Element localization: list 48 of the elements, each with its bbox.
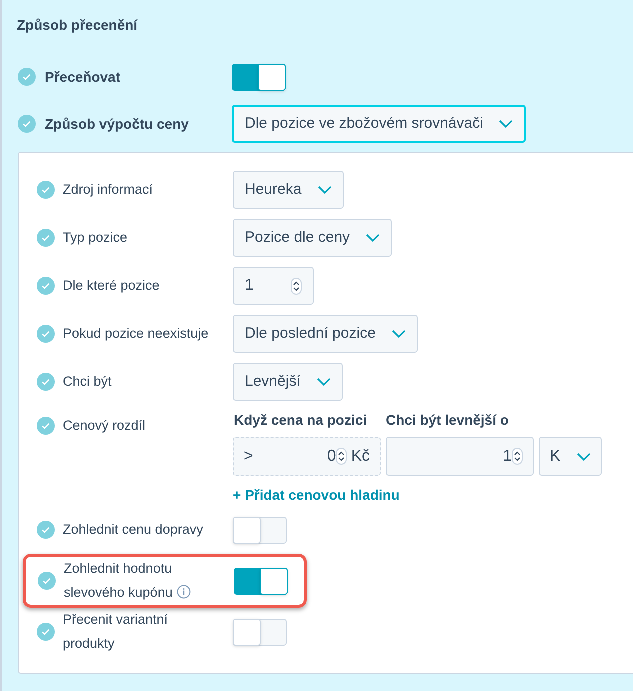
- field-label: Přeceňovat: [45, 68, 120, 86]
- chevron-down-icon: [577, 452, 591, 460]
- add-price-level-link[interactable]: + Přidat cenovou hladinu: [233, 485, 602, 506]
- check-icon: [18, 115, 36, 133]
- spinner-icon: [291, 278, 302, 294]
- check-icon: [37, 623, 55, 641]
- check-icon: [37, 181, 55, 199]
- field-label: Dle které pozice: [63, 277, 160, 295]
- field-label: Přecenit variantní produkty: [63, 611, 170, 653]
- chevron-down-icon: [392, 330, 406, 338]
- select-dropdown[interactable]: Heureka: [233, 171, 344, 209]
- check-icon: [37, 417, 55, 435]
- check-icon: [37, 325, 55, 343]
- field-label: Způsob výpočtu ceny: [45, 114, 189, 134]
- check-icon: [37, 521, 55, 539]
- field-label: Zdroj informací: [63, 181, 154, 199]
- field-label: Pokud pozice neexistuje: [63, 325, 209, 343]
- number-field[interactable]: 1: [233, 267, 314, 305]
- field-label: Chci být: [63, 373, 112, 391]
- field-label: Zohlednit cenu dopravy: [63, 521, 204, 539]
- chevron-down-icon: [316, 378, 331, 386]
- check-icon: [37, 229, 55, 247]
- check-icon: [18, 68, 36, 86]
- chevron-down-icon: [499, 120, 514, 128]
- threshold-field[interactable]: > 0 Kč: [233, 437, 381, 476]
- spinner-icon: [336, 448, 348, 465]
- toggle-switch[interactable]: [234, 568, 288, 594]
- check-icon: [37, 373, 55, 391]
- toggle-switch[interactable]: [233, 618, 287, 646]
- check-icon: [38, 572, 56, 590]
- check-icon: [37, 277, 55, 295]
- spinner-icon: [512, 448, 523, 465]
- field-label: Typ pozice: [63, 229, 128, 247]
- field-label: Zohlednit hodnotu slevového kupónu: [64, 557, 224, 605]
- select-dropdown[interactable]: Dle poslední pozice: [233, 315, 418, 353]
- toggle-switch[interactable]: [232, 64, 286, 90]
- select-dropdown[interactable]: Levnější: [233, 363, 343, 401]
- field-label: Cenový rozdíl: [63, 416, 146, 435]
- section-title: Způsob přecenění: [17, 16, 138, 35]
- select-dropdown[interactable]: Pozice dle ceny: [233, 219, 392, 257]
- chevron-down-icon: [366, 234, 380, 242]
- toggle-switch[interactable]: [233, 516, 287, 544]
- column-header: Když cena na pozici: [233, 411, 368, 430]
- column-header: Chci být levnější o: [386, 411, 509, 430]
- select-dropdown[interactable]: Dle pozice ve zbožovém srovnávači: [232, 105, 526, 143]
- difference-field[interactable]: 1: [386, 437, 534, 476]
- chevron-down-icon: [318, 186, 332, 194]
- unit-select[interactable]: K: [539, 437, 602, 476]
